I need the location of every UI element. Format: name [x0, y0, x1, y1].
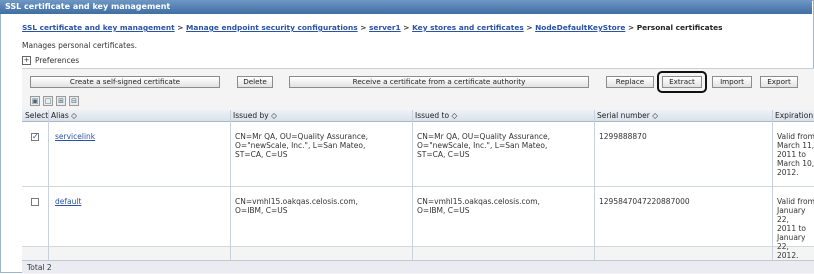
breadcrumb-link-keystores[interactable]: Key stores and certificates: [412, 23, 524, 32]
breadcrumb-link-nodekeystore[interactable]: NodeDefaultKeyStore: [535, 23, 625, 32]
table-total: Total 2: [22, 260, 814, 273]
create-self-signed-button[interactable]: Create a self-signed certificate: [30, 76, 220, 88]
column-divider: [594, 110, 595, 260]
select-all-icon[interactable]: ▣: [30, 96, 40, 106]
selection-icon-row: ▣ □ ⊞ ⊟: [30, 96, 79, 106]
column-header-serial[interactable]: Serial number ◇: [594, 110, 772, 122]
deselect-all-icon[interactable]: □: [43, 96, 53, 106]
issued-by-cell: CN=Mr QA, OU=Quality Assurance, O="newSc…: [235, 132, 368, 159]
alias-link[interactable]: default: [55, 197, 81, 206]
clear-filter-icon[interactable]: ⊟: [69, 96, 79, 106]
receive-from-ca-button[interactable]: Receive a certificate from a certificate…: [289, 76, 589, 88]
serial-cell: 1299888870: [599, 132, 647, 141]
breadcrumb-separator: >: [526, 23, 533, 32]
expiration-cell: Valid from January 22, 2011 to January 2…: [777, 197, 814, 260]
breadcrumb-separator: >: [177, 23, 184, 32]
certificates-table: Select Alias ◇ Issued by ◇ Issued to ◇ S…: [22, 110, 814, 260]
table-row: ✓ servicelink CN=Mr QA, OU=Quality Assur…: [22, 122, 814, 187]
column-header-expiration[interactable]: Expiration ◇: [772, 110, 814, 122]
issued-by-cell: CN=vmhl15.oakqas.celosis.com, O=IBM, C=U…: [235, 197, 358, 215]
serial-cell: 1295847047220887000: [599, 197, 690, 206]
replace-button[interactable]: Replace: [606, 76, 654, 88]
issued-to-cell: CN=Mr QA, OU=Quality Assurance, O="newSc…: [417, 132, 550, 159]
column-divider: [772, 110, 773, 260]
export-button[interactable]: Export: [760, 76, 798, 88]
column-header-issued-to[interactable]: Issued to ◇: [412, 110, 594, 122]
breadcrumb-separator: >: [403, 23, 410, 32]
breadcrumb-link-endpoint[interactable]: Manage endpoint security configurations: [186, 23, 358, 32]
column-divider: [48, 110, 49, 260]
alias-cell: servicelink: [52, 132, 95, 141]
alias-cell: default: [52, 197, 81, 206]
issued-to-cell: CN=vmhl15.oakqas.celosis.com, O=IBM, C=U…: [417, 197, 540, 215]
breadcrumb-link-server[interactable]: server1: [369, 23, 401, 32]
page-description: Manages personal certificates.: [22, 41, 137, 50]
row-checkbox[interactable]: ✓: [31, 133, 39, 141]
breadcrumb: SSL certificate and key management > Man…: [22, 23, 723, 32]
preferences-toggle[interactable]: + Preferences: [22, 56, 79, 65]
breadcrumb-separator: >: [360, 23, 367, 32]
row-checkbox[interactable]: [31, 198, 39, 206]
alias-link[interactable]: servicelink: [55, 132, 95, 141]
column-header-select: Select: [22, 110, 48, 122]
expiration-cell: Valid from March 11, 2011 to March 10, 2…: [777, 132, 814, 177]
expand-icon: +: [22, 56, 31, 65]
import-button[interactable]: Import: [712, 76, 752, 88]
delete-button[interactable]: Delete: [237, 76, 273, 88]
table-row: default CN=vmhl15.oakqas.celosis.com, O=…: [22, 187, 814, 260]
breadcrumb-link-ssl[interactable]: SSL certificate and key management: [22, 23, 175, 32]
preferences-label: Preferences: [35, 56, 80, 65]
breadcrumb-current: Personal certificates: [636, 23, 723, 32]
column-header-alias[interactable]: Alias ◇: [48, 110, 230, 122]
column-header-issued-by[interactable]: Issued by ◇: [230, 110, 412, 122]
breadcrumb-separator: >: [627, 23, 635, 32]
column-divider: [412, 110, 413, 260]
show-filter-icon[interactable]: ⊞: [56, 96, 66, 106]
window-title: SSL certificate and key management: [0, 0, 812, 14]
column-divider: [230, 110, 231, 260]
extract-highlight-box: [657, 71, 707, 93]
